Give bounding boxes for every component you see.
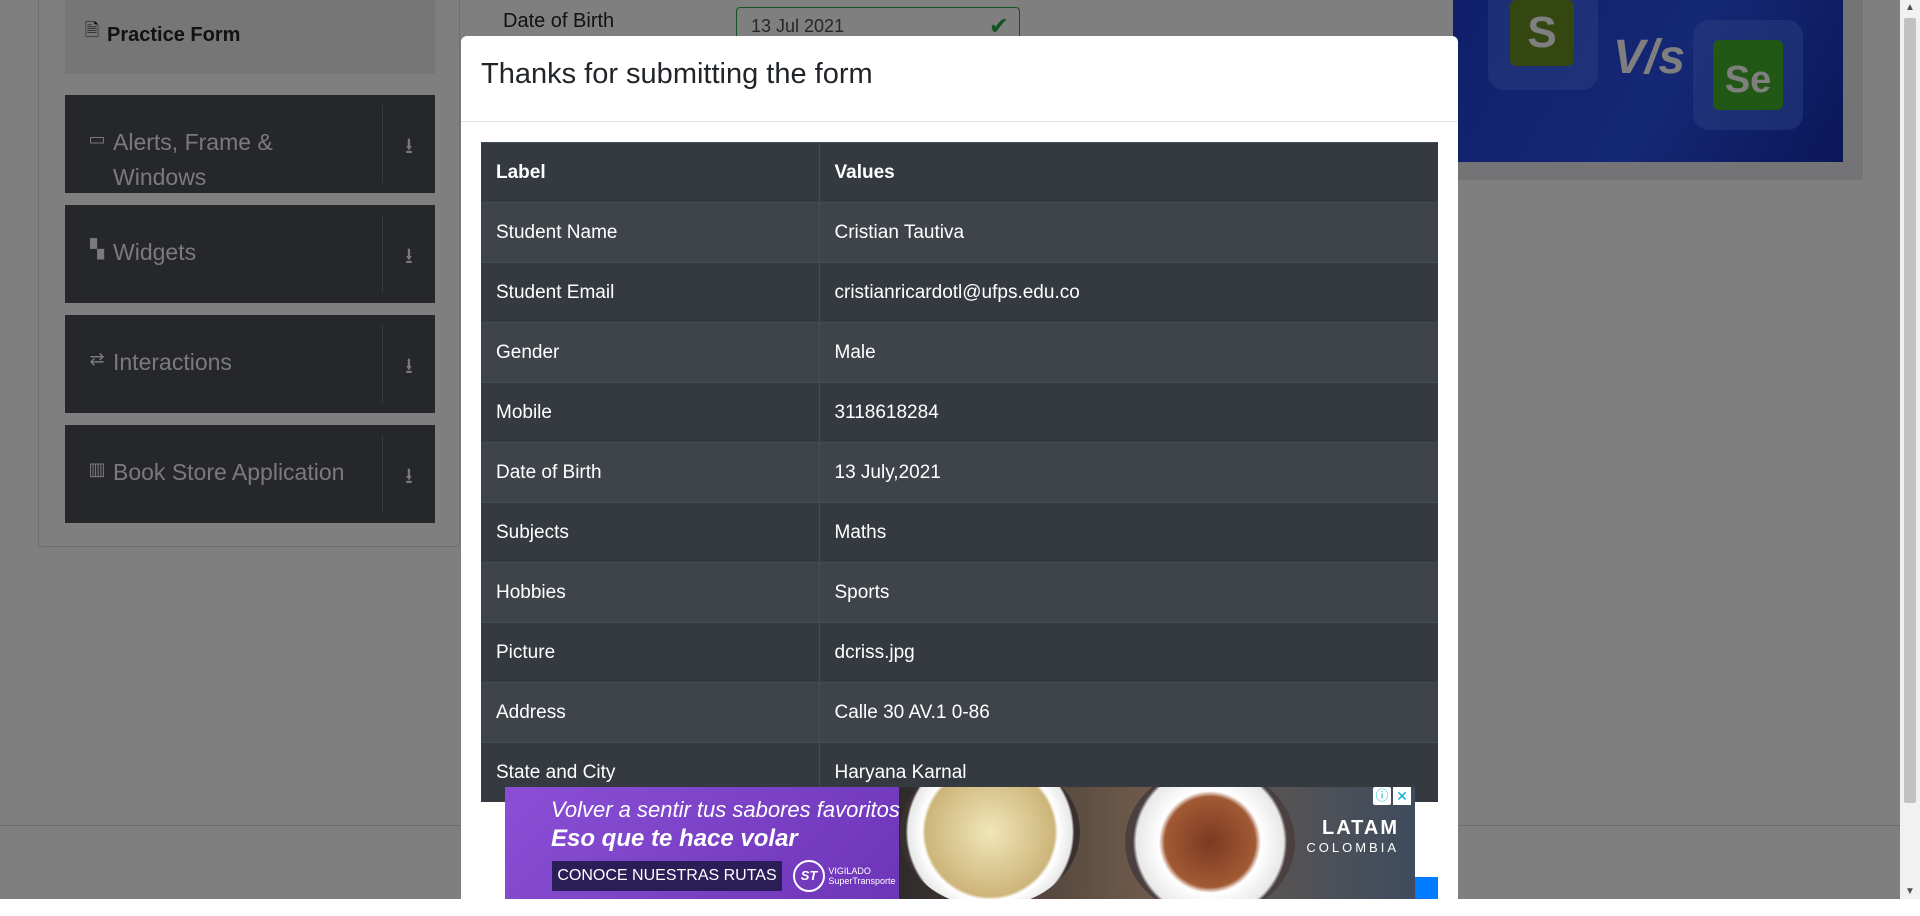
row-value: cristianricardotl@ufps.edu.co: [819, 262, 1438, 323]
modal-header: Thanks for submitting the form: [461, 36, 1458, 122]
row-label: Mobile: [481, 382, 820, 443]
table-row: Address Calle 30 AV.1 0-86: [481, 682, 1438, 743]
column-header-label: Label: [481, 142, 820, 203]
table-row: Mobile 3118618284: [481, 382, 1438, 443]
row-label: Picture: [481, 622, 820, 683]
ad-brand: LATAM COLOMBIA: [1306, 817, 1399, 855]
row-value: Cristian Tautiva: [819, 202, 1438, 263]
page-scrollbar[interactable]: ▲ ▼: [1900, 0, 1920, 899]
table-header-row: Label Values: [481, 142, 1438, 203]
food-plate-image: [900, 787, 1080, 899]
ad-close-icon[interactable]: ✕: [1393, 787, 1411, 805]
row-label: Address: [481, 682, 820, 743]
ad-cta-button[interactable]: CONOCE NUESTRAS RUTAS: [552, 861, 782, 891]
column-header-values: Values: [819, 142, 1438, 203]
table-row: Date of Birth 13 July,2021: [481, 442, 1438, 503]
scrollbar-thumb[interactable]: [1904, 18, 1916, 803]
row-label: Hobbies: [481, 562, 820, 623]
table-row: Student Name Cristian Tautiva: [481, 202, 1438, 263]
table-row: Picture dcriss.jpg: [481, 622, 1438, 683]
row-value: 3118618284: [819, 382, 1438, 443]
st-caption: VIGILADO SuperTransporte: [828, 866, 896, 886]
latam-country: COLOMBIA: [1306, 840, 1399, 855]
food-plate-image: [1125, 787, 1295, 899]
row-value: 13 July,2021: [819, 442, 1438, 503]
row-value: dcriss.jpg: [819, 622, 1438, 683]
row-label: Subjects: [481, 502, 820, 563]
table-row: Hobbies Sports: [481, 562, 1438, 623]
row-value: Male: [819, 322, 1438, 383]
ad-headline: Volver a sentir tus sabores favoritos: [551, 797, 900, 822]
scroll-down-icon[interactable]: ▼: [1900, 886, 1920, 897]
table-row: Student Email cristianricardotl@ufps.edu.…: [481, 262, 1438, 323]
ad-info-icon[interactable]: ⓘ: [1373, 787, 1391, 805]
result-table: Label Values Student Name Cristian Tautiv…: [481, 142, 1438, 802]
modal-body: Label Values Student Name Cristian Tautiv…: [461, 122, 1458, 822]
table-container: Label Values Student Name Cristian Tautiv…: [481, 142, 1438, 802]
ad-subheadline: Eso que te hace volar: [551, 825, 798, 852]
row-label: Student Name: [481, 202, 820, 263]
row-label: Gender: [481, 322, 820, 383]
row-value: Maths: [819, 502, 1438, 563]
latam-logo-text: LATAM: [1321, 817, 1399, 839]
modal-title: Thanks for submitting the form: [481, 58, 873, 90]
row-label: Date of Birth: [481, 442, 820, 503]
row-label: Student Email: [481, 262, 820, 323]
table-row: Subjects Maths: [481, 502, 1438, 563]
table-row: Gender Male: [481, 322, 1438, 383]
ad-st-badge: ST VIGILADO SuperTransporte: [793, 860, 896, 892]
row-value: Calle 30 AV.1 0-86: [819, 682, 1438, 743]
bottom-ad[interactable]: Volver a sentir tus sabores favoritos Es…: [505, 787, 1415, 899]
submission-modal: Thanks for submitting the form Label Val…: [461, 36, 1458, 916]
scroll-up-icon[interactable]: ▲: [1900, 2, 1920, 13]
row-value: Sports: [819, 562, 1438, 623]
st-logo-icon: ST: [793, 860, 825, 892]
